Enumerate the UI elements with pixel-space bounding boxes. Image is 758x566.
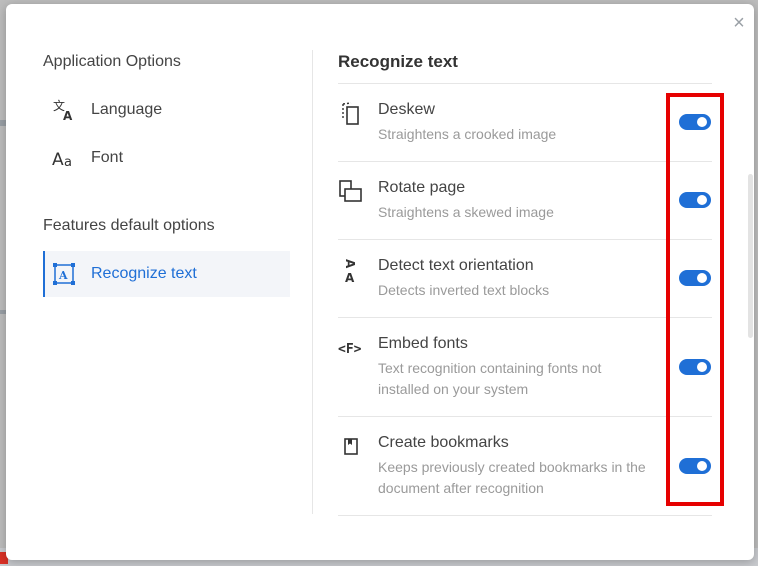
option-description: Keeps previously created bookmarks in th…: [378, 459, 646, 496]
column-divider: [312, 50, 313, 514]
rotate-page-icon: [338, 179, 364, 205]
option-title: Rotate page: [378, 179, 466, 196]
deskew-icon: [338, 101, 364, 127]
divider: [338, 83, 712, 84]
svg-text:A: A: [343, 259, 357, 269]
nav-item-font[interactable]: A a Font: [43, 135, 288, 181]
divider: [338, 515, 712, 516]
svg-text:A: A: [52, 150, 64, 170]
divider: [338, 239, 712, 240]
option-description: Straightens a crooked image: [378, 126, 557, 142]
option-title: Detect text orientation: [378, 257, 534, 274]
settings-dialog: × Application Options 文 A Language A a F…: [6, 4, 754, 560]
scrollbar[interactable]: [748, 174, 753, 338]
svg-text:a: a: [64, 155, 72, 170]
svg-text:A: A: [63, 109, 73, 122]
option-title: Deskew: [378, 101, 435, 118]
text-orientation-icon: A A: [338, 257, 364, 284]
panel-title: Recognize text: [338, 52, 458, 71]
divider: [338, 317, 712, 318]
font-icon: A a: [51, 145, 77, 171]
nav-item-label: Recognize text: [91, 265, 197, 282]
embed-fonts-icon: <F>: [338, 335, 364, 361]
option-description: Straightens a skewed image: [378, 204, 554, 220]
features-options-heading: Features default options: [43, 217, 215, 234]
application-options-heading: Application Options: [43, 53, 181, 70]
nav-item-label: Language: [91, 101, 163, 118]
toggle-highlight-box: [666, 93, 724, 506]
option-description: Text recognition containing fonts not in…: [378, 360, 602, 397]
translate-icon: 文 A: [51, 97, 77, 123]
nav-item-language[interactable]: 文 A Language: [43, 87, 288, 133]
close-icon[interactable]: ×: [728, 12, 750, 34]
svg-text:A: A: [345, 271, 355, 284]
divider: [338, 161, 712, 162]
divider: [338, 416, 712, 417]
nav-item-recognize-text[interactable]: A Recognize text: [43, 251, 290, 297]
svg-text:A: A: [58, 269, 68, 282]
option-title: Create bookmarks: [378, 434, 509, 451]
bookmark-icon: [338, 434, 364, 460]
recognize-text-icon: A: [51, 261, 77, 287]
svg-text:<F>: <F>: [338, 342, 362, 357]
option-title: Embed fonts: [378, 335, 468, 352]
nav-item-label: Font: [91, 149, 124, 166]
option-description: Detects inverted text blocks: [378, 282, 550, 298]
